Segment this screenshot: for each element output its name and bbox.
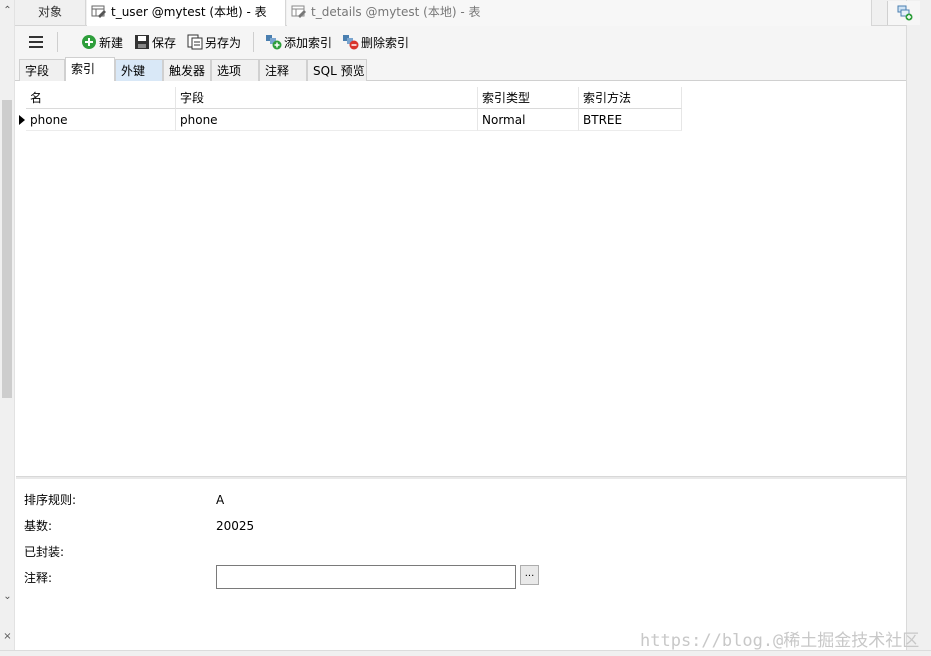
scroll-up-icon[interactable]: ⌃ (0, 4, 15, 18)
tab-t-user[interactable]: t_user @mytest (本地) - 表 (87, 0, 286, 26)
add-object-icon (897, 5, 913, 21)
save-as-button[interactable]: 另存为 (187, 26, 241, 58)
comment-browse-button[interactable]: ... (520, 565, 539, 585)
tab-indexes[interactable]: 索引 (65, 57, 115, 81)
watermark: https://blog.@稀土掘金技术社区 (640, 631, 920, 651)
row-indicator-icon (16, 109, 26, 131)
table-design-icon (91, 5, 106, 18)
toolbar: 新建 保存 另存为 添加索引 删除索引 (15, 26, 906, 58)
left-scrollbar[interactable]: ⌃ ⌄ × (0, 0, 15, 656)
tab-t-details-label: t_details @mytest (本地) - 表 (311, 5, 481, 19)
new-button-label: 新建 (99, 36, 124, 50)
tab-fields[interactable]: 字段 (19, 59, 65, 81)
save-as-icon (187, 34, 203, 50)
packed-label: 已封装: (24, 545, 65, 559)
toolbar-divider (57, 32, 58, 52)
tab-t-details[interactable]: t_details @mytest (本地) - 表 (287, 0, 872, 26)
tab-comment-label: 注释 (265, 64, 290, 78)
add-index-icon (266, 35, 282, 50)
tab-indexes-label: 索引 (71, 62, 96, 76)
tab-objects[interactable]: 对象 (15, 0, 86, 26)
table-design-icon (291, 5, 306, 18)
comment-label: 注释: (24, 571, 53, 585)
new-tab-button[interactable] (887, 1, 920, 25)
new-button[interactable]: 新建 (81, 26, 123, 58)
tab-triggers-label: 触发器 (169, 64, 206, 78)
tab-triggers[interactable]: 触发器 (163, 59, 211, 81)
tab-objects-label: 对象 (37, 5, 62, 19)
column-header-index-method[interactable]: 索引方法 (579, 87, 682, 109)
cell-index-type[interactable]: Normal (478, 109, 579, 131)
add-icon (82, 35, 96, 49)
collation-value: A (216, 493, 225, 507)
tab-sql-preview[interactable]: SQL 预览 (307, 59, 367, 81)
cardinality-label: 基数: (24, 519, 53, 533)
tab-foreign-keys-label: 外键 (121, 64, 146, 78)
tab-fields-label: 字段 (25, 64, 50, 78)
right-panel-strip (906, 0, 931, 656)
delete-index-button-label: 删除索引 (361, 36, 410, 50)
toolbar-divider (253, 32, 254, 52)
cardinality-value: 20025 (216, 519, 255, 533)
tab-options-label: 选项 (217, 64, 242, 78)
grid-header-row: 名 字段 索引类型 索引方法 (26, 87, 682, 109)
tab-comment[interactable]: 注释 (259, 59, 307, 81)
column-header-name[interactable]: 名 (26, 87, 176, 109)
cell-fields[interactable]: phone (176, 109, 478, 131)
cell-index-method[interactable]: BTREE (579, 109, 682, 131)
save-button-label: 保存 (152, 36, 177, 50)
index-properties-panel: 排序规则: A 基数: 20025 已封装: 注释: ... (16, 479, 906, 650)
tab-foreign-keys[interactable]: 外键 (115, 59, 163, 81)
tab-options[interactable]: 选项 (211, 59, 259, 81)
table-row[interactable]: phone phone Normal BTREE (26, 109, 682, 131)
add-index-button[interactable]: 添加索引 (266, 26, 332, 58)
comment-field[interactable] (216, 565, 516, 589)
tab-sql-preview-label: SQL 预览 (313, 64, 365, 78)
scrollbar-thumb[interactable] (2, 100, 12, 398)
designer-tabs: 字段 索引 外键 触发器 选项 注释 SQL 预览 (15, 57, 906, 81)
menu-icon[interactable] (27, 32, 47, 52)
document-tab-bar: 对象 t_user @mytest (本地) - 表 t_details @my… (15, 0, 920, 26)
column-header-fields[interactable]: 字段 (176, 87, 478, 109)
tab-t-user-label: t_user @mytest (本地) - 表 (111, 5, 267, 19)
delete-index-button[interactable]: 删除索引 (343, 26, 409, 58)
add-index-button-label: 添加索引 (284, 36, 333, 50)
save-button[interactable]: 保存 (134, 26, 176, 58)
delete-index-icon (343, 35, 359, 50)
column-header-index-type[interactable]: 索引类型 (478, 87, 579, 109)
scroll-down-icon[interactable]: ⌄ (0, 590, 15, 604)
cell-name[interactable]: phone (26, 109, 176, 131)
save-as-button-label: 另存为 (205, 36, 242, 50)
save-icon (135, 35, 149, 49)
index-grid[interactable]: 名 字段 索引类型 索引方法 phone phone Normal BTREE (16, 81, 906, 476)
close-icon[interactable]: × (0, 630, 15, 644)
collation-label: 排序规则: (24, 493, 77, 507)
